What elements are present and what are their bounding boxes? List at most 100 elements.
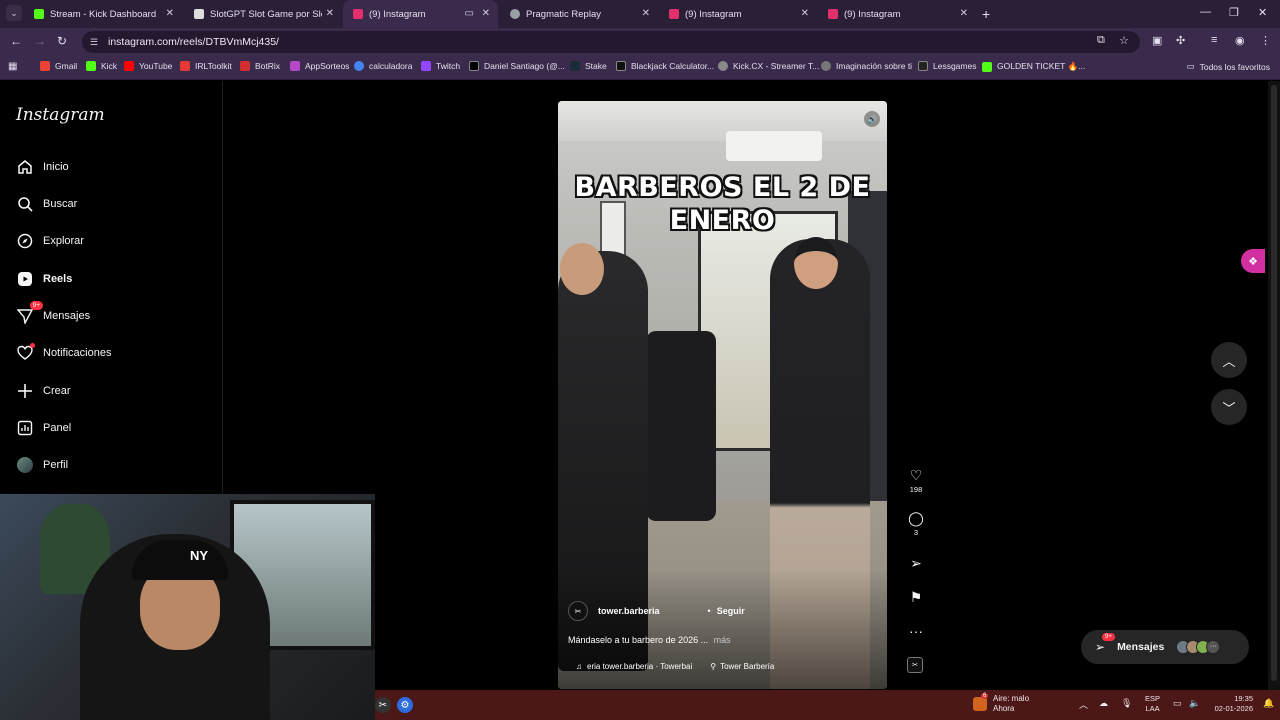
minimize-icon[interactable]: —: [1200, 6, 1211, 18]
instagram-logo[interactable]: Instagram: [16, 105, 105, 125]
restore-icon[interactable]: ❐: [1229, 6, 1239, 19]
more-link[interactable]: más: [714, 635, 731, 645]
apps-grid-icon[interactable]: ▦: [8, 61, 17, 72]
bookmark-star-icon[interactable]: ☆: [1119, 34, 1129, 47]
tab-instagram-2[interactable]: (9) Instagram ✕: [659, 0, 817, 28]
bookmark-kick[interactable]: Kick: [86, 61, 117, 71]
bookmark-label: BotRix: [255, 61, 281, 71]
install-app-icon[interactable]: ⧉: [1097, 34, 1105, 47]
messages-pill[interactable]: ➢ 9+ Mensajes ···: [1081, 630, 1249, 664]
tray-chevron-up-icon[interactable]: ︿: [1079, 698, 1088, 711]
video-scene: [646, 331, 716, 521]
forward-icon[interactable]: →: [34, 34, 46, 48]
media-playing-icon[interactable]: ▭: [465, 8, 474, 19]
sidebar-item-reels[interactable]: Reels: [16, 268, 72, 290]
sidebar-item-explorar[interactable]: Explorar: [16, 230, 84, 252]
reload-icon[interactable]: ↻: [57, 34, 67, 48]
close-icon[interactable]: ✕: [482, 8, 490, 19]
new-tab-plus-icon[interactable]: +: [982, 6, 990, 22]
sidebar-item-inicio[interactable]: Inicio: [16, 156, 69, 178]
tab-instagram-3[interactable]: (9) Instagram ✕: [818, 0, 976, 28]
page-scrollbar[interactable]: [1268, 81, 1280, 690]
audio-link[interactable]: eria tower.barberia · Towerbai: [587, 662, 692, 671]
more-avatars-icon: ···: [1206, 640, 1221, 654]
tab-kick-dashboard[interactable]: Stream - Kick Dashboard ✕: [24, 0, 182, 28]
location-link[interactable]: Tower Barbería: [720, 662, 774, 671]
separator: •: [707, 606, 711, 616]
bookmark-lessgames[interactable]: Lessgames: [918, 61, 976, 71]
language-indicator[interactable]: ESP LAA: [1145, 694, 1160, 714]
reel-video[interactable]: BARBEROS EL 2 DE ENERO 🔊 ✂ tower.barberi…: [558, 101, 887, 689]
sidebar-item-panel[interactable]: Panel: [16, 417, 71, 439]
bookmark-calculadora[interactable]: calculadora: [354, 61, 412, 71]
system-clock[interactable]: 19:35 02-01-2026: [1209, 694, 1253, 714]
kick-favicon-icon: [34, 9, 44, 19]
tab-title: (9) Instagram: [685, 8, 742, 20]
all-bookmarks[interactable]: ▭ Todos los favoritos: [1187, 61, 1270, 72]
bookmark-blackjack[interactable]: Blackjack Calculator...: [616, 61, 714, 71]
bookmark-gmail[interactable]: Gmail: [40, 61, 77, 71]
close-icon[interactable]: ✕: [166, 8, 174, 19]
close-icon[interactable]: ✕: [801, 8, 809, 19]
close-icon[interactable]: ✕: [642, 8, 650, 19]
tab-pragmatic-replay[interactable]: Pragmatic Replay ✕: [500, 0, 658, 28]
address-bar[interactable]: ☰ instagram.com/reels/DTBVmMcj435/: [82, 31, 1140, 53]
comment-button[interactable]: ◯ 3: [904, 510, 928, 537]
weather-line2: Ahora: [993, 704, 1015, 713]
bookmark-label: Daniel Santiago (@...: [484, 61, 565, 71]
author-username[interactable]: tower.barberia: [598, 606, 660, 616]
more-options-button[interactable]: ···: [904, 623, 928, 639]
next-reel-button[interactable]: ﹀: [1211, 389, 1247, 425]
volume-icon[interactable]: 🔈: [1189, 698, 1200, 709]
bookmark-kickcx[interactable]: Kick.CX - Streamer T...: [718, 61, 819, 71]
bookmark-twitch[interactable]: Twitch: [421, 61, 460, 71]
save-button[interactable]: ⚑: [904, 589, 928, 605]
bookmark-imaginacion[interactable]: Imaginación sobre ti: [821, 61, 912, 71]
tab-instagram-active[interactable]: (9) Instagram ▭ ✕: [343, 0, 498, 28]
bookmark-x-daniel[interactable]: Daniel Santiago (@...: [469, 61, 565, 71]
window-close-icon[interactable]: ✕: [1258, 6, 1267, 19]
settings-gear-icon[interactable]: ⚙: [397, 697, 413, 713]
scrollbar-thumb[interactable]: [1271, 85, 1277, 681]
close-icon[interactable]: ✕: [960, 8, 968, 19]
volume-icon[interactable]: 🔊: [864, 111, 880, 127]
video-scene: [726, 131, 822, 161]
bookmark-botrix[interactable]: BotRix: [240, 61, 280, 71]
comment-count: 3: [913, 528, 919, 537]
bookmark-irltoolkit[interactable]: IRLToolkit: [180, 61, 232, 71]
site-info-icon[interactable]: ☰: [90, 37, 100, 47]
follow-button[interactable]: Seguir: [717, 606, 745, 616]
kebab-menu-icon[interactable]: ⋮: [1260, 34, 1271, 47]
bookmark-appsorteos[interactable]: AppSorteos: [290, 61, 349, 71]
extension-float-icon[interactable]: ❖: [1241, 249, 1265, 273]
extension-badge-icon[interactable]: ▣: [1152, 34, 1162, 47]
profile-icon[interactable]: ◉: [1235, 34, 1245, 47]
tab-search-chevron-icon[interactable]: ⌄: [6, 5, 22, 21]
author-avatar[interactable]: ✂: [568, 601, 588, 621]
weather-widget[interactable]: 6 Aire: malo Ahora: [973, 693, 1029, 714]
network-icon[interactable]: ▭: [1173, 698, 1182, 709]
onedrive-icon[interactable]: ☁: [1099, 698, 1108, 709]
audio-thumbnail[interactable]: ✂: [907, 657, 923, 673]
extensions-puzzle-icon[interactable]: ✣: [1176, 34, 1185, 47]
like-button[interactable]: ♡ 198: [904, 467, 928, 494]
previous-reel-button[interactable]: ︿: [1211, 342, 1247, 378]
sidebar-item-notificaciones[interactable]: Notificaciones: [16, 342, 111, 364]
bookmark-golden-ticket[interactable]: GOLDEN TICKET 🔥...: [982, 61, 1085, 72]
sidebar-item-crear[interactable]: Crear: [16, 380, 71, 402]
back-icon[interactable]: ←: [10, 34, 22, 48]
taskbar-app-icon[interactable]: ✂: [375, 697, 391, 713]
bookmark-stake[interactable]: Stake: [570, 61, 607, 71]
close-icon[interactable]: ✕: [326, 8, 334, 19]
bookmark-youtube[interactable]: YouTube: [124, 61, 172, 71]
reel-description[interactable]: Mándaselo a tu barbero de 2026 ... más: [568, 635, 731, 645]
microphone-icon[interactable]: 🎙: [1121, 698, 1132, 709]
url-text[interactable]: instagram.com/reels/DTBVmMcj435/: [108, 36, 279, 48]
sidebar-item-perfil[interactable]: Perfil: [16, 454, 68, 476]
tab-slotgpt[interactable]: SlotGPT Slot Game por SlotGPT ✕: [184, 0, 342, 28]
sidebar-item-buscar[interactable]: Buscar: [16, 193, 77, 215]
media-controls-icon[interactable]: ≡: [1211, 34, 1217, 46]
sidebar-item-mensajes[interactable]: 9+ Mensajes: [16, 301, 90, 327]
notifications-bell-icon[interactable]: 🔔: [1263, 698, 1274, 709]
share-button[interactable]: ➢: [904, 555, 928, 571]
